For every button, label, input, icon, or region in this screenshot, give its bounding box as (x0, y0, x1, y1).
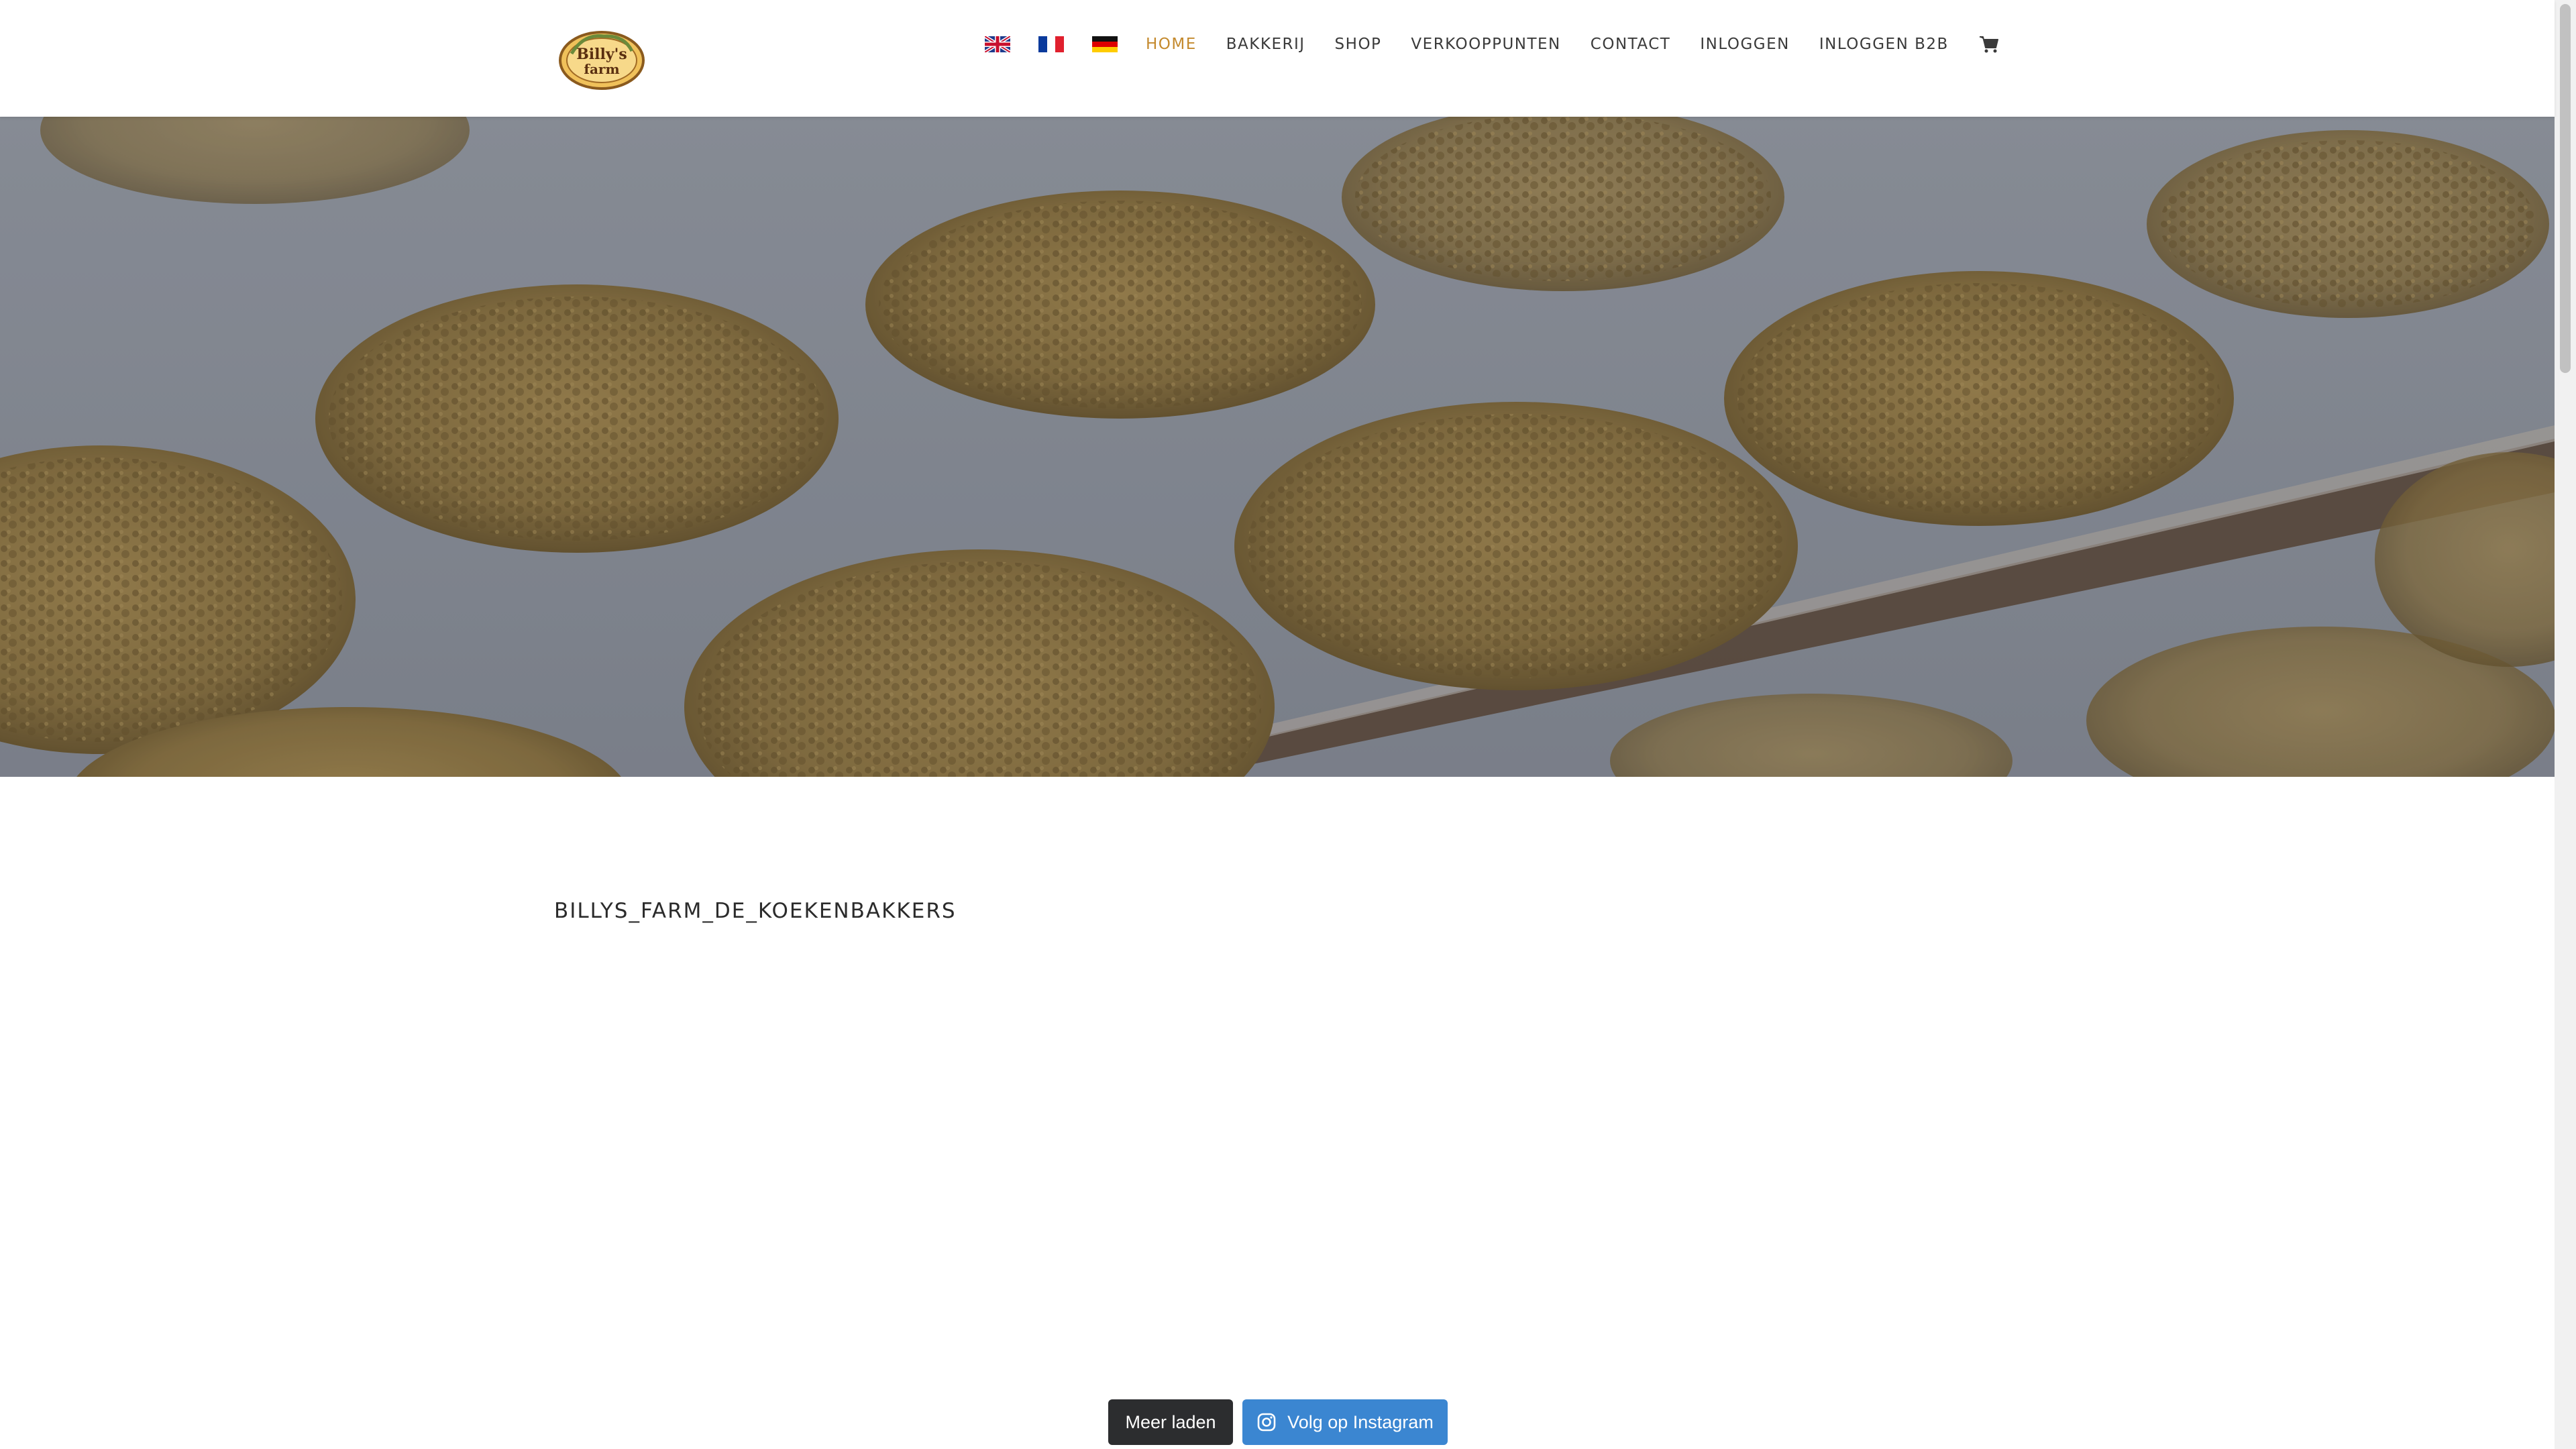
instagram-icon (1256, 1412, 1277, 1432)
site-header: Billy's farm HOME BAKKERIJ SHOP VERKOOPP… (0, 0, 2555, 117)
follow-instagram-button[interactable]: Volg op Instagram (1242, 1399, 1448, 1445)
nav-inloggen-b2b[interactable]: INLOGGEN B2B (1819, 36, 1949, 53)
de-flag-icon[interactable] (1092, 36, 1118, 52)
main-navigation: HOME BAKKERIJ SHOP VERKOOPPUNTEN CONTACT… (985, 30, 2000, 59)
shopping-cart-icon[interactable] (1978, 34, 2000, 55)
scrollbar-thumb[interactable] (2560, 4, 2571, 373)
follow-instagram-label: Volg op Instagram (1287, 1411, 1434, 1432)
nav-contact[interactable]: CONTACT (1591, 36, 1671, 53)
instagram-account-name[interactable]: BILLYS_FARM_DE_KOEKENBAKKERS (554, 899, 957, 923)
page-scrollbar[interactable] (2555, 0, 2576, 1449)
load-more-button[interactable]: Meer laden (1108, 1399, 1233, 1445)
nav-shop[interactable]: SHOP (1335, 36, 1382, 53)
billys-farm-logo[interactable]: Billy's farm (557, 27, 647, 91)
nav-home[interactable]: HOME (1146, 36, 1197, 53)
fr-flag-icon[interactable] (1038, 36, 1064, 52)
uk-flag-icon[interactable] (985, 36, 1010, 52)
svg-text:farm: farm (584, 61, 619, 77)
nav-inloggen[interactable]: INLOGGEN (1700, 36, 1789, 53)
nav-verkooppunten[interactable]: VERKOOPPUNTEN (1411, 36, 1560, 53)
nav-bakkerij[interactable]: BAKKERIJ (1226, 36, 1305, 53)
hero-image-cookies (0, 117, 2555, 777)
